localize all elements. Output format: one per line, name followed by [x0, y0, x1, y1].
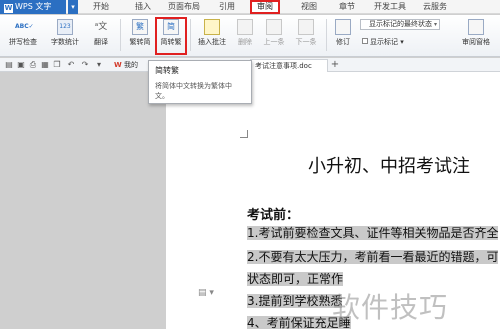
chevron-down-icon: ▾	[433, 21, 437, 28]
translate-icon: ᵃ文	[94, 22, 108, 32]
chevron-down-icon[interactable]: ▾	[94, 60, 104, 70]
document-line-text: 2.不要有太大压力，考前看一看最近的错题，可	[247, 250, 499, 264]
show-markup-label: 显示标记	[370, 38, 398, 46]
document-heading: 考试前：	[247, 208, 300, 223]
doc-tab-active-label: 考试注意事项.doc	[255, 62, 312, 70]
prev-comment-icon	[266, 19, 282, 35]
translate-label: 翻译	[94, 38, 108, 46]
tooltip-body: 将简体中文转换为繁体中文。	[155, 82, 232, 100]
review-pane-icon	[468, 19, 484, 35]
tab-insert[interactable]: 插入	[130, 0, 156, 14]
document-title: 小升初、中招考试注	[308, 156, 470, 177]
highlight-box	[155, 17, 187, 55]
trad-to-simp-icon: 繁	[132, 19, 148, 35]
print-preview-icon[interactable]: ▦	[40, 60, 50, 70]
app-menu-chevron-icon[interactable]: ▾	[68, 0, 78, 14]
comment-icon	[204, 19, 220, 35]
tab-review[interactable]: 审阅	[250, 0, 280, 14]
review-pane-label: 审阅窗格	[462, 38, 490, 46]
show-markup-button[interactable]: 显示标记 ▾	[362, 37, 404, 47]
delete-comment-icon	[237, 19, 253, 35]
doc-tab-active[interactable]: 考试注意事项.doc	[250, 59, 328, 72]
tab-cloud[interactable]: 云服务	[418, 0, 452, 14]
insert-comment-button[interactable]: 插入批注	[194, 19, 230, 47]
tab-home[interactable]: 开始	[88, 0, 114, 14]
document-line-text: 1.考试前要检查文具、证件等相关物品是否齐全	[247, 226, 499, 240]
app-name: WPS 文字	[15, 2, 52, 11]
document-line: 1.考试前要检查文具、证件等相关物品是否齐全	[247, 224, 499, 241]
word-count-button[interactable]: 123 字数统计	[48, 19, 82, 47]
wps-doc-icon: W	[114, 61, 122, 69]
ribbon-divider	[120, 19, 121, 51]
trad-to-simp-button[interactable]: 繁 繁转简	[126, 19, 154, 47]
tab-page-layout[interactable]: 页面布局	[164, 0, 204, 14]
revise-label: 修订	[336, 38, 350, 46]
tooltip-title: 简转繁	[155, 66, 179, 75]
next-label: 下一条	[295, 38, 317, 46]
document-line: 状态即可，正常作	[247, 270, 344, 287]
tab-view[interactable]: 视图	[296, 0, 322, 14]
markup-state-value: 显示标记的最终状态	[369, 20, 432, 28]
prev-label: 上一条	[263, 38, 285, 46]
delete-comment-button[interactable]: 删除	[234, 19, 256, 47]
page-corner-marker	[240, 130, 248, 138]
undo-icon[interactable]: ↶	[66, 60, 76, 70]
translate-button[interactable]: ᵃ文 翻译	[88, 19, 114, 47]
doc-tab-mine-label: 我的	[123, 61, 138, 69]
prev-comment-button[interactable]: 上一条	[260, 19, 288, 47]
document-line-text: 3.提前到学校熟悉	[247, 294, 343, 308]
spell-check-icon: ABC✓	[15, 23, 34, 30]
markup-state-dropdown[interactable]: 显示标记的最终状态 ▾	[360, 19, 440, 30]
word-count-icon: 123	[57, 19, 73, 35]
app-menu-button[interactable]: W WPS 文字	[0, 0, 66, 14]
tab-references[interactable]: 引用	[214, 0, 240, 14]
folder-icon[interactable]: ▤	[4, 60, 14, 70]
save-icon[interactable]: ▣	[16, 60, 26, 70]
revise-icon	[335, 19, 351, 35]
print-icon[interactable]: ⎙	[28, 60, 38, 70]
revise-button[interactable]: 修订	[330, 19, 356, 47]
ribbon-divider	[190, 19, 191, 51]
document-line: 3.提前到学校熟悉	[247, 292, 343, 309]
wps-logo-icon: W	[4, 4, 13, 13]
doc-tab-mine[interactable]: W 我的	[110, 59, 150, 72]
document-line-text: 状态即可，正常作	[247, 272, 344, 286]
spell-check-button[interactable]: ABC✓ 拼写检查	[4, 19, 42, 47]
add-tab-button[interactable]: +	[330, 60, 340, 70]
ribbon: ABC✓ 拼写检查 123 字数统计 ᵃ文 翻译 繁 繁转简 简 简转繁 插入批…	[0, 15, 500, 57]
redo-icon[interactable]: ↷	[80, 60, 90, 70]
insert-comment-label: 插入批注	[198, 38, 226, 46]
tooltip: 简转繁 将简体中文转换为繁体中文。	[148, 60, 252, 104]
menu-bar: W WPS 文字 ▾ 开始 插入 页面布局 引用 审阅 视图 章节 开发工具 云服…	[0, 0, 500, 14]
review-pane-button[interactable]: 审阅窗格	[456, 19, 496, 47]
next-comment-icon	[298, 19, 314, 35]
delete-label: 删除	[238, 38, 252, 46]
checkbox-icon	[362, 38, 368, 44]
spell-check-label: 拼写检查	[9, 38, 37, 46]
document-line: 2.不要有太大压力，考前看一看最近的错题，可	[247, 248, 499, 265]
copy-icon[interactable]: ❐	[52, 60, 62, 70]
next-comment-button[interactable]: 下一条	[292, 19, 320, 47]
word-count-label: 字数统计	[51, 38, 79, 46]
ribbon-divider	[326, 19, 327, 51]
tab-sections[interactable]: 章节	[334, 0, 360, 14]
tab-developer[interactable]: 开发工具	[370, 0, 410, 14]
watermark: 软件技巧	[332, 291, 449, 324]
trad-to-simp-label: 繁转简	[129, 38, 151, 46]
page-nav-icon[interactable]: ▤ ▾	[198, 288, 214, 298]
